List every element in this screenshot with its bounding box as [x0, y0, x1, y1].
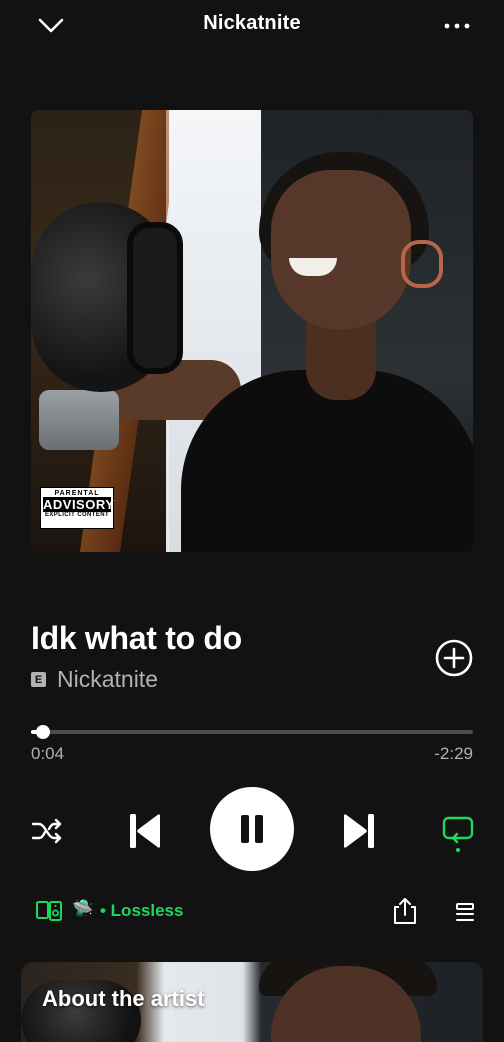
repeat-button[interactable] — [438, 810, 478, 856]
pause-icon — [241, 815, 263, 843]
connect-device-button[interactable] — [35, 899, 63, 923]
artist-name[interactable]: Nickatnite — [57, 666, 158, 693]
remaining-time: -2:29 — [434, 744, 473, 763]
add-circle-icon — [435, 639, 473, 677]
queue-icon — [456, 903, 474, 921]
connect-device-icon — [36, 901, 62, 921]
share-button[interactable] — [391, 896, 419, 926]
queue-button[interactable] — [452, 899, 478, 925]
add-to-library-button[interactable] — [434, 638, 474, 678]
more-options-button[interactable] — [441, 10, 473, 42]
next-button[interactable] — [336, 808, 382, 854]
previous-button[interactable] — [122, 808, 168, 854]
elapsed-time: 0:04 — [31, 744, 65, 763]
explicit-badge: E — [31, 672, 46, 687]
page-title: Nickatnite — [203, 12, 301, 34]
shuffle-icon — [31, 818, 62, 844]
more-horizontal-icon — [444, 23, 470, 29]
pause-button[interactable] — [210, 787, 294, 871]
shuffle-button[interactable] — [28, 812, 66, 850]
share-icon — [394, 898, 416, 924]
skip-next-icon — [344, 814, 374, 848]
progress-track[interactable] — [31, 730, 473, 734]
album-art: PARENTAL ADVISORY EXPLICIT CONTENT — [31, 110, 473, 552]
parental-advisory-label: PARENTAL ADVISORY EXPLICIT CONTENT — [40, 487, 114, 529]
skip-previous-icon — [130, 814, 160, 848]
ufo-emoji: 🛸 — [72, 899, 94, 918]
lossless-label: • Lossless — [100, 901, 184, 920]
about-artist-title: About the artist — [42, 986, 205, 1011]
track-title: Idk what to do — [31, 620, 242, 656]
progress-knob[interactable] — [36, 725, 50, 739]
repeat-icon — [442, 816, 474, 852]
